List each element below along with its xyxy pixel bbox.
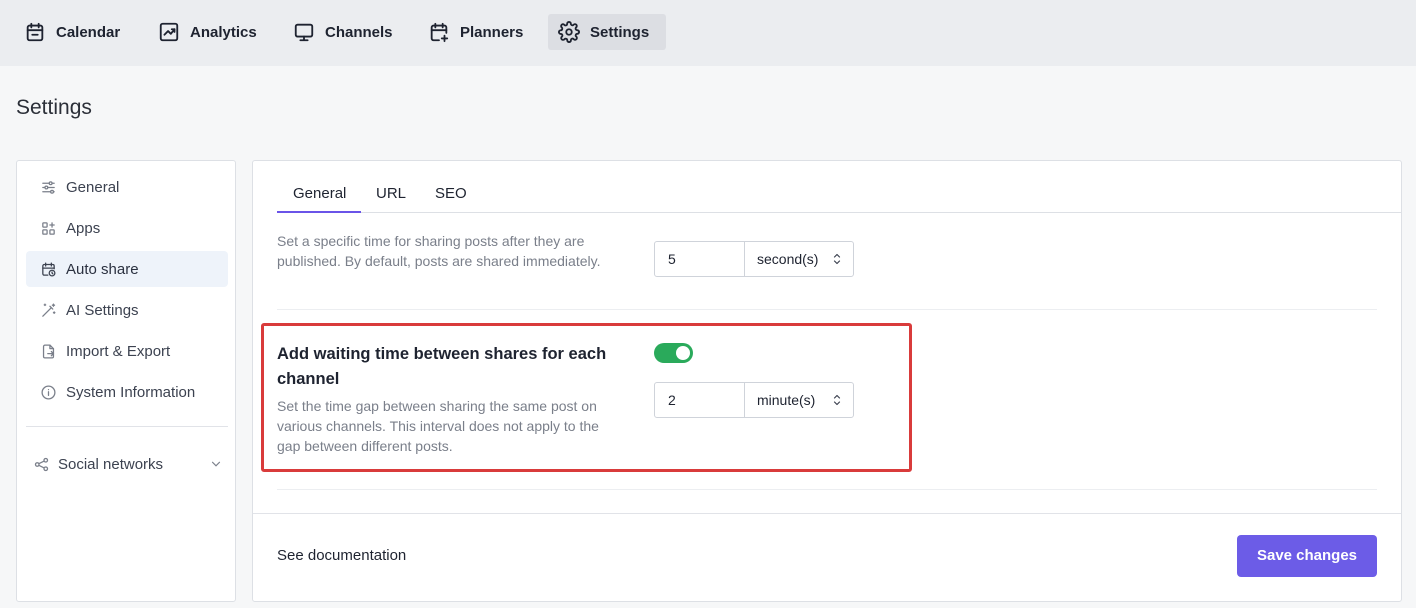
sidebar-item-label: Apps [66, 219, 101, 237]
select-arrows-icon [833, 253, 841, 265]
nav-calendar-label: Calendar [56, 23, 121, 41]
sidebar-item-social-networks[interactable]: Social networks [33, 449, 223, 479]
sidebar-item-label: System Information [66, 383, 196, 401]
waiting-description-line: Set the time gap between sharing the sam… [277, 398, 597, 414]
footer-divider [253, 513, 1401, 514]
magic-wand-icon [42, 302, 56, 317]
monitor-icon [294, 23, 314, 42]
waiting-time-title-line: Add waiting time between shares for each [277, 345, 607, 363]
nav-analytics-label: Analytics [190, 23, 257, 41]
save-changes-button[interactable]: Save changes [1237, 535, 1377, 577]
sidebar-item-label: General [66, 178, 120, 196]
section-divider [277, 309, 1377, 310]
sidebar-divider [26, 426, 228, 427]
page-title: Settings [16, 96, 92, 119]
tab-url[interactable]: URL [376, 185, 406, 213]
top-navigation: Calendar Analytics Channels Planners Set… [0, 0, 1416, 66]
delay-description: Set a specific time for sharing posts af… [277, 231, 600, 271]
nav-planners-label: Planners [460, 23, 524, 41]
info-icon [41, 384, 56, 400]
calendar-icon [26, 22, 44, 42]
settings-panel: General URL SEO Set a specific time for … [252, 160, 1402, 602]
chevron-down-icon[interactable] [209, 457, 223, 471]
waiting-unit-label: minute(s) [757, 392, 816, 408]
waiting-description-line: various channels. This interval does not… [277, 418, 599, 434]
share-nodes-icon [34, 457, 49, 471]
sidebar-item-apps[interactable]: Apps [26, 210, 228, 246]
sidebar-item-general[interactable]: General [26, 169, 228, 205]
nav-calendar[interactable]: Calendar [14, 14, 134, 50]
nav-settings[interactable]: Settings [548, 14, 666, 50]
waiting-value-input[interactable]: 2 [655, 383, 745, 417]
nav-analytics[interactable]: Analytics [148, 14, 271, 50]
waiting-description-line: gap between different posts. [277, 438, 453, 454]
analytics-icon [159, 22, 179, 42]
nav-channels[interactable]: Channels [283, 14, 407, 50]
sidebar-item-system-information[interactable]: System Information [26, 374, 228, 410]
gear-icon [558, 21, 580, 43]
sidebar-item-label: AI Settings [66, 301, 139, 319]
delay-unit-label: second(s) [757, 251, 819, 267]
delay-description-line: Set a specific time for sharing posts af… [277, 233, 585, 249]
file-export-icon [42, 343, 55, 359]
waiting-time-toggle[interactable] [654, 343, 693, 363]
apps-icon [42, 221, 55, 235]
settings-tabs: General URL SEO [277, 161, 1401, 213]
section-divider [277, 489, 1377, 490]
sidebar-item-label: Import & Export [66, 342, 171, 360]
toggle-knob [676, 346, 690, 360]
waiting-time-heading: Add waiting time between shares for each… [277, 342, 627, 392]
calendar-plus-icon [430, 22, 449, 43]
waiting-time-description: Set the time gap between sharing the sam… [277, 396, 599, 456]
delay-description-line: published. By default, posts are shared … [277, 253, 601, 269]
tab-seo[interactable]: SEO [435, 185, 467, 213]
sidebar-item-ai-settings[interactable]: AI Settings [26, 292, 228, 328]
see-documentation-link[interactable]: See documentation [277, 547, 406, 564]
select-arrows-icon [833, 394, 841, 406]
nav-settings-label: Settings [590, 23, 650, 41]
sliders-icon [42, 180, 55, 194]
delay-value-input[interactable]: 5 [655, 242, 745, 276]
tab-general[interactable]: General [277, 185, 361, 213]
delay-time-field: 5 second(s) [654, 241, 854, 277]
nav-channels-label: Channels [325, 23, 393, 41]
waiting-time-title-line: channel [277, 370, 340, 388]
calendar-clock-icon [42, 261, 56, 277]
sidebar-item-label: Social networks [58, 455, 164, 473]
waiting-time-field: 2 minute(s) [654, 382, 854, 418]
nav-planners[interactable]: Planners [418, 14, 537, 50]
waiting-unit-select[interactable]: minute(s) [745, 383, 853, 417]
sidebar-item-auto-share[interactable]: Auto share [26, 251, 228, 287]
sidebar-item-import-export[interactable]: Import & Export [26, 333, 228, 369]
delay-unit-select[interactable]: second(s) [745, 242, 853, 276]
sidebar-item-label: Auto share [66, 260, 139, 278]
settings-sidebar: General Apps Auto share AI Settings Impo… [16, 160, 236, 602]
